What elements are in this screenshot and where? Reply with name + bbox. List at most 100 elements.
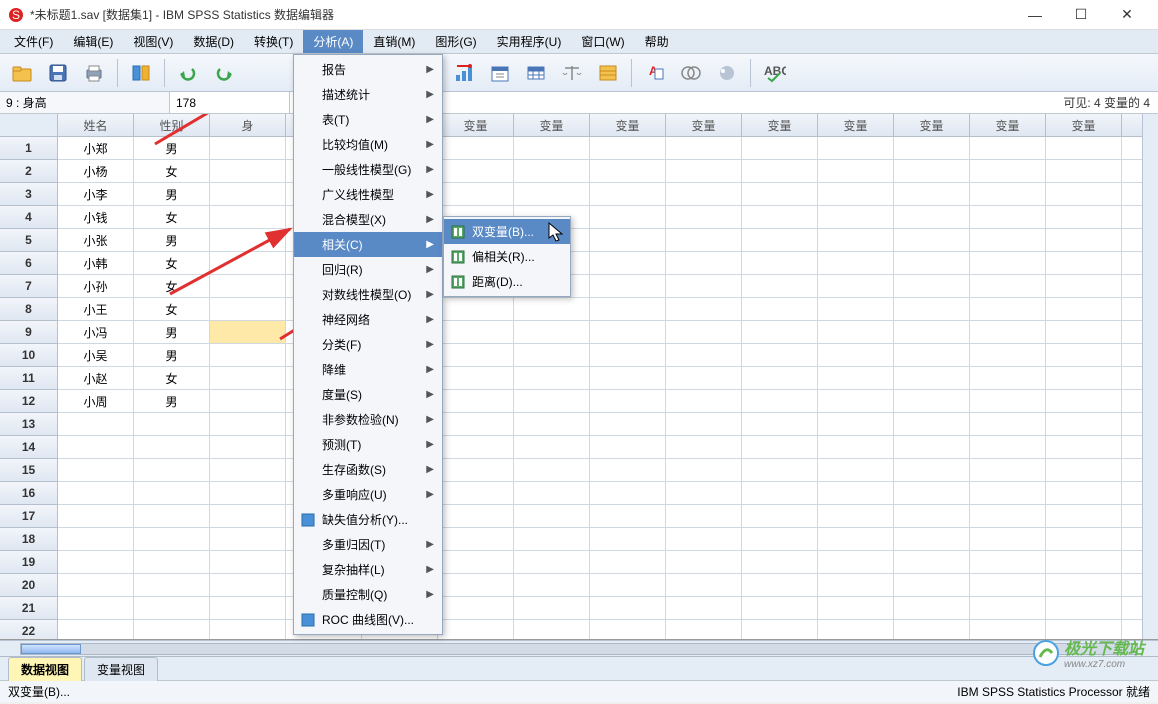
col-header-12[interactable]: 变量 <box>970 114 1046 137</box>
cell[interactable] <box>438 413 514 436</box>
cell[interactable] <box>970 183 1046 206</box>
cell[interactable] <box>514 183 590 206</box>
cell[interactable] <box>1046 390 1122 413</box>
cell[interactable] <box>894 298 970 321</box>
cell[interactable] <box>590 413 666 436</box>
cell[interactable] <box>894 574 970 597</box>
cell[interactable] <box>590 206 666 229</box>
cell[interactable] <box>134 574 210 597</box>
cell[interactable] <box>590 183 666 206</box>
cell[interactable] <box>134 551 210 574</box>
cell[interactable]: 小钱 <box>58 206 134 229</box>
menu-5[interactable]: 分析(A) <box>303 30 363 53</box>
row-header[interactable]: 18 <box>0 528 58 551</box>
cell[interactable] <box>818 436 894 459</box>
cell[interactable] <box>134 436 210 459</box>
cell[interactable] <box>970 505 1046 528</box>
cell[interactable]: 女 <box>134 275 210 298</box>
menu-1[interactable]: 编辑(E) <box>63 30 123 53</box>
cell[interactable] <box>666 436 742 459</box>
cell[interactable] <box>666 574 742 597</box>
cell[interactable] <box>514 367 590 390</box>
cell[interactable] <box>666 505 742 528</box>
cell[interactable]: 小郑 <box>58 137 134 160</box>
cell[interactable] <box>818 367 894 390</box>
cell[interactable]: 小周 <box>58 390 134 413</box>
cell[interactable] <box>666 298 742 321</box>
cell[interactable] <box>818 298 894 321</box>
cell[interactable] <box>742 229 818 252</box>
menu-7[interactable]: 图形(G) <box>425 30 486 53</box>
cell[interactable]: 男 <box>134 390 210 413</box>
cell[interactable] <box>514 436 590 459</box>
cell[interactable] <box>742 275 818 298</box>
cell[interactable] <box>894 183 970 206</box>
cell[interactable] <box>666 183 742 206</box>
open-icon[interactable] <box>6 58 38 88</box>
cell[interactable] <box>666 229 742 252</box>
row-header[interactable]: 21 <box>0 597 58 620</box>
row-header[interactable]: 12 <box>0 390 58 413</box>
menu-4[interactable]: 转换(T) <box>244 30 303 53</box>
cell[interactable] <box>438 183 514 206</box>
analyze-item-3[interactable]: 比较均值(M)▶ <box>294 132 442 157</box>
cell[interactable] <box>894 620 970 640</box>
cell[interactable]: 男 <box>134 344 210 367</box>
cell[interactable] <box>1046 551 1122 574</box>
cell[interactable] <box>894 367 970 390</box>
cell[interactable] <box>514 620 590 640</box>
cell[interactable] <box>438 528 514 551</box>
analyze-item-18[interactable]: 缺失值分析(Y)... <box>294 507 442 532</box>
cell[interactable] <box>742 183 818 206</box>
cell[interactable] <box>210 298 286 321</box>
cell[interactable] <box>742 574 818 597</box>
cell[interactable]: 小孙 <box>58 275 134 298</box>
cell[interactable] <box>894 436 970 459</box>
cell[interactable]: 男 <box>134 321 210 344</box>
analyze-item-16[interactable]: 生存函数(S)▶ <box>294 457 442 482</box>
analyze-item-15[interactable]: 预测(T)▶ <box>294 432 442 457</box>
cell[interactable] <box>590 137 666 160</box>
cell[interactable] <box>970 620 1046 640</box>
cell[interactable]: 男 <box>134 183 210 206</box>
cell[interactable] <box>970 160 1046 183</box>
cell[interactable] <box>1046 252 1122 275</box>
cell[interactable] <box>210 597 286 620</box>
cell[interactable] <box>438 482 514 505</box>
data-grid[interactable]: 姓名性别身变量变量变量变量变量变量变量变量变量变量变量变量 1小郑男2小杨女3小… <box>0 114 1158 640</box>
cell[interactable] <box>742 413 818 436</box>
cell[interactable] <box>1046 321 1122 344</box>
cell[interactable] <box>514 390 590 413</box>
cell[interactable] <box>210 252 286 275</box>
cell[interactable] <box>894 252 970 275</box>
cell[interactable] <box>210 367 286 390</box>
cell[interactable] <box>1046 206 1122 229</box>
cell[interactable] <box>438 551 514 574</box>
spellcheck-icon[interactable]: ABC <box>758 58 790 88</box>
col-header-7[interactable]: 变量 <box>590 114 666 137</box>
analyze-item-9[interactable]: 对数线性模型(O)▶ <box>294 282 442 307</box>
menu-8[interactable]: 实用程序(U) <box>487 30 572 53</box>
cell[interactable]: 女 <box>134 367 210 390</box>
cell[interactable] <box>742 344 818 367</box>
col-header-9[interactable]: 变量 <box>742 114 818 137</box>
cell[interactable] <box>514 597 590 620</box>
cell[interactable] <box>1046 528 1122 551</box>
analyze-item-14[interactable]: 非参数检验(N)▶ <box>294 407 442 432</box>
cell[interactable] <box>210 482 286 505</box>
cell[interactable] <box>58 413 134 436</box>
cell[interactable] <box>818 505 894 528</box>
cell[interactable] <box>742 597 818 620</box>
col-header-13[interactable]: 变量 <box>1046 114 1122 137</box>
cell[interactable] <box>1046 137 1122 160</box>
row-header[interactable]: 6 <box>0 252 58 275</box>
cell[interactable] <box>1046 436 1122 459</box>
bubble-icon[interactable] <box>711 58 743 88</box>
cell[interactable] <box>894 344 970 367</box>
cell[interactable] <box>894 597 970 620</box>
cell[interactable] <box>666 137 742 160</box>
cell[interactable] <box>590 597 666 620</box>
col-header-11[interactable]: 变量 <box>894 114 970 137</box>
cell[interactable] <box>970 252 1046 275</box>
cell[interactable] <box>514 574 590 597</box>
